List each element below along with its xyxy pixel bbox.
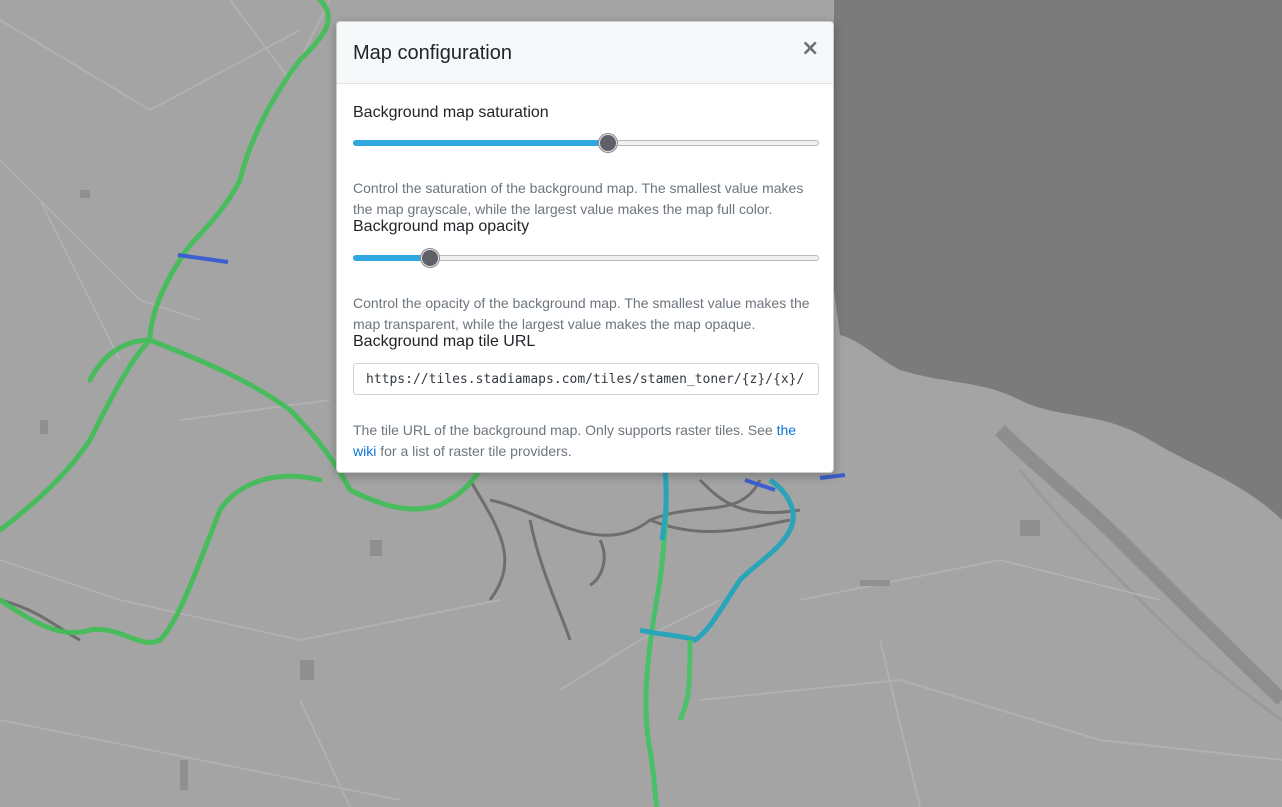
tile-url-label: Background map tile URL xyxy=(353,333,536,350)
slider-thumb[interactable] xyxy=(599,134,617,152)
map-configuration-dialog: Map configuration × Background map satur… xyxy=(336,21,834,473)
opacity-slider[interactable] xyxy=(353,248,819,268)
dialog-header: Map configuration × xyxy=(337,22,833,84)
saturation-label: Background map saturation xyxy=(353,104,549,121)
opacity-label: Background map opacity xyxy=(353,218,530,235)
slider-thumb[interactable] xyxy=(421,249,439,267)
saturation-slider[interactable] xyxy=(353,133,819,153)
opacity-help-text: Control the opacity of the background ma… xyxy=(353,295,810,332)
tile-url-input[interactable] xyxy=(353,363,819,395)
help-text-before: The tile URL of the background map. Only… xyxy=(353,422,777,438)
close-button[interactable]: × xyxy=(801,38,819,60)
saturation-help-text: Control the saturation of the background… xyxy=(353,180,804,217)
dialog-title: Map configuration xyxy=(353,42,512,64)
tile-url-help-text: The tile URL of the background map. Only… xyxy=(353,420,819,462)
slider-fill xyxy=(353,140,608,146)
help-text-after: for a list of raster tile providers. xyxy=(376,443,572,459)
slider-fill xyxy=(353,255,430,261)
